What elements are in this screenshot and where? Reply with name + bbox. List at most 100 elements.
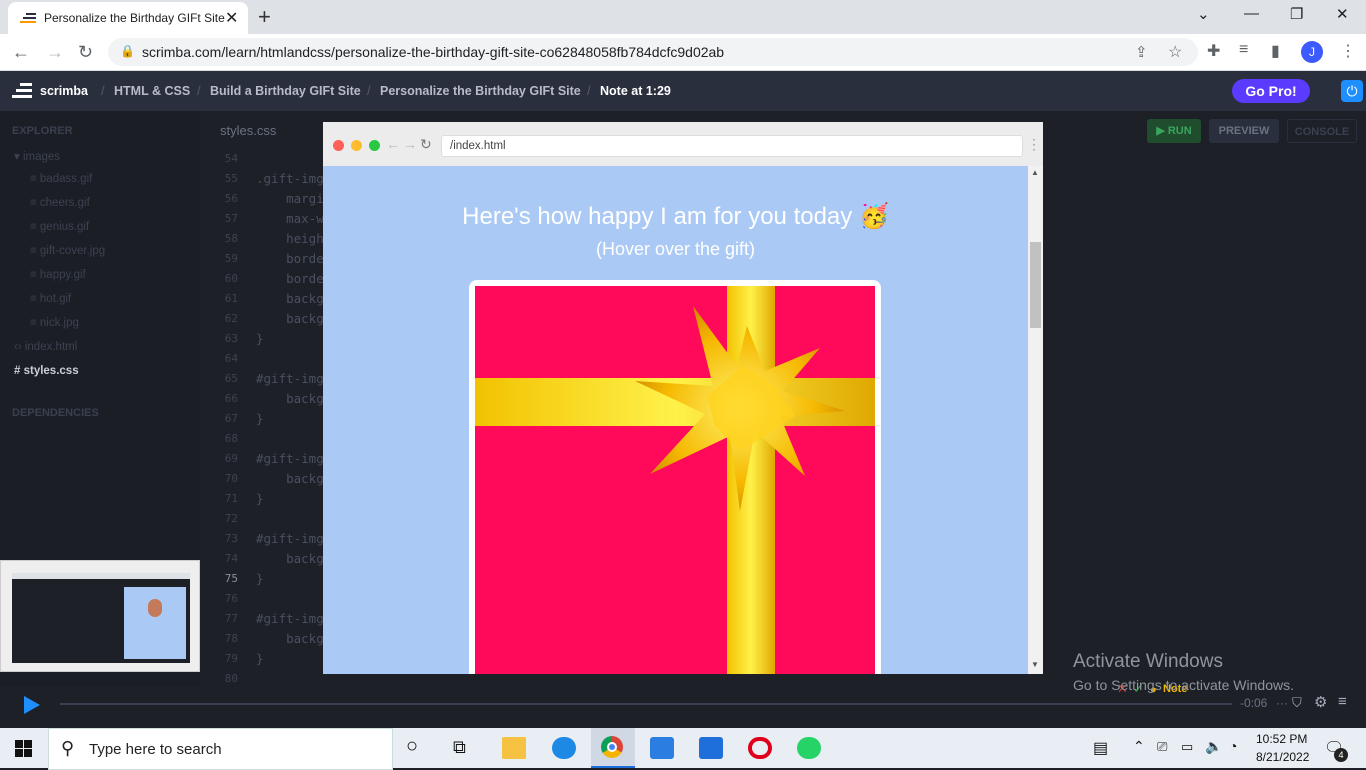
editor-file-tab[interactable]: styles.css [220,123,276,138]
new-tab-icon[interactable]: + [258,4,271,30]
file-styles-css[interactable]: # styles.css [14,365,79,377]
file-explorer-icon[interactable] [502,737,526,759]
back-icon[interactable]: ← [12,42,30,63]
preview-button[interactable]: PREVIEW [1209,119,1279,143]
timeline-track[interactable] [60,703,1232,705]
share-icon[interactable]: ⇪ [1135,43,1148,61]
code-line[interactable]: margi [256,191,324,206]
preview-menu-icon[interactable]: ⋮ [1027,136,1041,153]
file-item[interactable]: ≡ nick.jpg [30,317,79,329]
profile-avatar[interactable]: J [1301,41,1323,63]
clock-date[interactable]: 8/21/2022 [1256,750,1309,764]
code-line[interactable]: .gift-img [256,171,324,186]
settings-gear-icon[interactable]: ⚙ [1314,693,1327,711]
side-panel-icon[interactable]: ▮ [1271,41,1280,61]
task-view-icon[interactable]: ⧉ [453,737,466,758]
file-item[interactable]: ≡ happy.gif [30,269,86,281]
zoom-dot-icon[interactable] [369,140,380,151]
file-index-html[interactable]: ‹› index.html [14,341,77,353]
close-tab-icon[interactable]: ✕ [225,8,238,28]
code-line[interactable]: } [256,411,264,426]
folder-images[interactable]: ▾ images [14,149,60,163]
play-icon[interactable] [24,696,40,714]
video-thumbnail[interactable] [0,560,200,672]
code-line[interactable]: backg [256,311,324,326]
chrome-menu-icon[interactable]: ⋮ [1340,41,1356,61]
go-pro-button[interactable]: Go Pro! [1232,79,1310,103]
code-line[interactable]: backg [256,631,324,646]
file-item[interactable]: ≡ gift-cover.jpg [30,245,105,257]
code-line[interactable]: backg [256,471,324,486]
menu-icon[interactable]: ≡ [1338,693,1347,710]
meet-icon[interactable]: ⎚ [1157,739,1167,755]
preview-back-icon[interactable]: ← [386,136,400,152]
chrome-taskbar-button[interactable] [591,728,635,768]
breadcrumb-course[interactable]: Build a Birthday GIFt Site [210,84,361,98]
forward-icon[interactable]: → [46,42,64,63]
reload-icon[interactable]: ↻ [78,42,93,63]
preview-forward-icon[interactable]: → [403,136,417,152]
file-item[interactable]: ≡ genius.gif [30,221,89,233]
file-label: index.html [24,341,78,353]
breadcrumb-html-css[interactable]: HTML & CSS [114,84,190,98]
code-line[interactable]: } [256,651,264,666]
preview-url-field[interactable]: /index.html [441,135,1023,157]
minimize-icon[interactable]: — [1244,5,1259,22]
tab-search-icon[interactable]: ⌄ [1197,5,1210,23]
code-line[interactable]: #gift-img [256,611,324,626]
close-dot-icon[interactable] [333,140,344,151]
code-line[interactable]: borde [256,251,324,266]
file-item[interactable]: ≡ badass.gif [30,173,92,185]
code-line[interactable]: max-w [256,211,324,226]
extensions-icon[interactable]: ✚ [1207,41,1220,61]
restore-icon[interactable]: ❐ [1290,5,1303,23]
store-icon[interactable] [650,737,674,759]
code-line[interactable]: #gift-img [256,451,324,466]
wifi-icon[interactable]: ◔ [1229,738,1237,754]
cortana-icon[interactable]: ○ [406,735,418,758]
volume-icon[interactable]: 🔈 [1205,738,1222,755]
edge-icon[interactable] [552,737,576,759]
clock-time[interactable]: 10:52 PM [1256,732,1307,746]
code-line[interactable]: } [256,491,264,506]
scroll-thumb[interactable] [1030,242,1041,328]
console-button[interactable]: CONSOLE [1287,119,1357,143]
mail-icon[interactable] [699,737,723,759]
file-item[interactable]: ≡ cheers.gif [30,197,90,209]
address-bar[interactable]: 🔒 scrimba.com/learn/htmlandcss/personali… [108,38,1198,66]
bookmark-icon[interactable]: ⛉ [1292,695,1302,711]
scrimba-logo-text[interactable]: scrimba [40,84,88,98]
power-icon[interactable]: ⏻ [1341,80,1363,102]
news-icon[interactable]: ▤ [1093,738,1108,758]
whatsapp-icon[interactable] [797,737,821,759]
code-line[interactable]: backg [256,391,324,406]
preview-scrollbar[interactable]: ▲ ▼ [1028,166,1043,674]
code-line[interactable]: #gift-img [256,371,324,386]
scroll-up-icon[interactable]: ▲ [1031,168,1039,177]
file-item[interactable]: ≡ hot.gif [30,293,71,305]
preview-reload-icon[interactable]: ↻ [420,136,432,153]
code-line[interactable]: borde [256,271,324,286]
minimize-dot-icon[interactable] [351,140,362,151]
battery-icon[interactable]: ▭ [1181,739,1193,755]
taskbar-search[interactable]: ⚲ Type here to search [48,728,393,770]
show-hidden-icon[interactable]: ⌃ [1133,738,1145,755]
run-button[interactable]: ▶ RUN [1147,119,1201,143]
code-line[interactable]: } [256,331,264,346]
address-url[interactable]: scrimba.com/learn/htmlandcss/personalize… [142,44,724,60]
code-line[interactable]: } [256,571,264,586]
bookmark-star-icon[interactable]: ☆ [1168,42,1182,62]
media-icon[interactable]: ≡ [1239,41,1248,59]
code-line[interactable]: backg [256,291,324,306]
browser-tab[interactable]: Personalize the Birthday GIFt Site ✕ [8,2,248,34]
close-window-icon[interactable]: ✕ [1336,5,1349,23]
breadcrumb-lesson[interactable]: Personalize the Birthday GIFt Site [380,84,581,98]
more-icon[interactable]: ··· [1276,696,1288,710]
gift-image[interactable] [475,286,875,674]
code-line[interactable]: #gift-img [256,531,324,546]
scroll-down-icon[interactable]: ▼ [1031,660,1039,669]
windows-start-icon[interactable] [15,740,32,757]
opera-icon[interactable] [748,737,772,759]
code-line[interactable]: backg [256,551,324,566]
code-line[interactable]: heigh [256,231,324,246]
